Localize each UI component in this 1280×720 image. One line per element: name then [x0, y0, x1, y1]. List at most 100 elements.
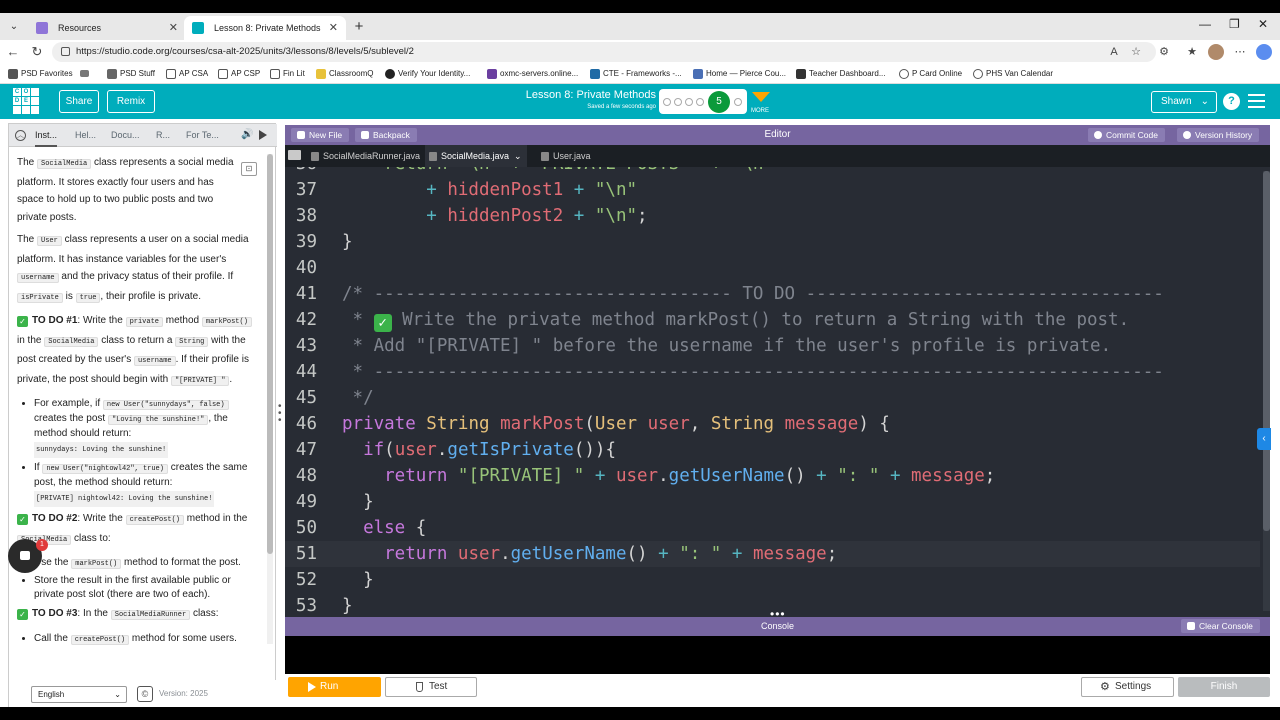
- settings-button[interactable]: ⚙ Settings: [1081, 677, 1174, 697]
- more-menu-icon[interactable]: ⋯: [1232, 44, 1248, 60]
- code-editor[interactable]: 36 return "\n" + "PRIVATE POSTS " + "\n"…: [285, 167, 1270, 620]
- code-token: user: [615, 466, 659, 486]
- current-level-bubble[interactable]: 5: [708, 91, 730, 113]
- language-select[interactable]: English ⌄: [31, 686, 127, 703]
- resize-handle-icon[interactable]: • • •: [278, 402, 282, 426]
- site-info-icon[interactable]: [61, 47, 70, 56]
- bookmark-p-card[interactable]: P Card Online: [899, 67, 962, 81]
- share-button[interactable]: Share: [59, 90, 99, 113]
- version-history-button[interactable]: Version History: [1177, 128, 1260, 142]
- code-line[interactable]: 40: [285, 255, 1260, 281]
- collapse-panel-icon[interactable]: ︿: [15, 130, 26, 141]
- browser-tab-resources[interactable]: Resources ✕: [28, 16, 186, 40]
- bookmark-ap-csa[interactable]: AP CSA: [166, 67, 208, 81]
- more-label[interactable]: MORE: [751, 108, 769, 114]
- commit-code-button[interactable]: Commit Code: [1088, 128, 1165, 142]
- code-line[interactable]: 51 return user.getUserName() + ": " + me…: [285, 541, 1260, 567]
- read-aloud-icon[interactable]: A: [1106, 44, 1122, 60]
- remix-button[interactable]: Remix: [107, 90, 155, 113]
- bookmark-psd-favorites[interactable]: PSD Favorites: [8, 67, 73, 81]
- new-tab-icon[interactable]: +: [350, 16, 368, 38]
- hamburger-menu-icon[interactable]: [1248, 94, 1265, 109]
- extensions-icon[interactable]: ⚙: [1156, 44, 1172, 60]
- code-org-logo[interactable]: CO DE: [13, 88, 39, 114]
- code-line[interactable]: 45 */: [285, 385, 1260, 411]
- code-line[interactable]: 46 private String markPost(User user, Str…: [285, 411, 1260, 437]
- bookmark-verify-identity[interactable]: Verify Your Identity...: [385, 67, 470, 81]
- code-line[interactable]: 37 + hiddenPost1 + "\n": [285, 177, 1260, 203]
- code-line[interactable]: 43 * Add "[PRIVATE] " before the usernam…: [285, 333, 1260, 359]
- inline-code: private: [125, 317, 163, 327]
- profile-avatar[interactable]: [1208, 44, 1224, 60]
- lesson-title[interactable]: Lesson 8: Private Methods: [500, 89, 656, 101]
- test-button[interactable]: Test: [385, 677, 477, 697]
- code-line[interactable]: 47 if(user.getIsPrivate()){: [285, 437, 1260, 463]
- tab-instructions[interactable]: Inst...: [35, 124, 58, 147]
- code-line[interactable]: 41 /* ---------------------------------- …: [285, 281, 1260, 307]
- restore-icon[interactable]: ❐: [1229, 17, 1240, 31]
- close-tab-icon[interactable]: ✕: [169, 16, 178, 40]
- code-line[interactable]: 38 + hiddenPost2 + "\n";: [285, 203, 1260, 229]
- help-icon[interactable]: ?: [1223, 93, 1240, 110]
- backpack-button[interactable]: Backpack: [355, 128, 417, 142]
- url-field[interactable]: https://studio.code.org/courses/csa-alt-…: [52, 42, 1156, 62]
- chevron-left-icon[interactable]: ‹: [1257, 428, 1271, 450]
- code-line[interactable]: 48 return "[PRIVATE] " + user.getUserNam…: [285, 463, 1260, 489]
- browser-tab-lesson[interactable]: Lesson 8: Private Methods #5 | Co ✕: [184, 16, 346, 40]
- bookmark-pierce-county[interactable]: Home — Pierce Cou...: [693, 67, 786, 81]
- finish-button[interactable]: Finish: [1178, 677, 1270, 697]
- code-line[interactable]: 42 * ✓ Write the private method markPost…: [285, 307, 1260, 333]
- bookmark-divider-icon[interactable]: [80, 67, 92, 81]
- code-line[interactable]: 39}: [285, 229, 1260, 255]
- bookmark-cte-frameworks[interactable]: CTE - Frameworks -...: [590, 67, 682, 81]
- code-text: + hiddenPost1 + "\n": [342, 177, 637, 203]
- user-menu-button[interactable]: Shawn ⌄: [1151, 91, 1217, 113]
- close-window-icon[interactable]: ✕: [1258, 17, 1268, 31]
- close-tab-icon[interactable]: ✕: [329, 16, 338, 40]
- tab-help[interactable]: Hel...: [75, 124, 96, 147]
- code-line[interactable]: 36 return "\n" + "PRIVATE POSTS " + "\n": [285, 167, 1260, 177]
- code-line[interactable]: 44 * -----------------------------------…: [285, 359, 1260, 385]
- file-tab-user[interactable]: User.java: [537, 145, 607, 167]
- code-line[interactable]: 50 else {: [285, 515, 1260, 541]
- clear-console-button[interactable]: Clear Console: [1181, 619, 1260, 633]
- chevron-down-icon[interactable]: ⌄: [514, 151, 522, 161]
- run-button[interactable]: Run: [288, 677, 381, 697]
- level-dot[interactable]: [685, 98, 693, 106]
- level-dot[interactable]: [663, 98, 671, 106]
- level-dot[interactable]: [734, 98, 742, 106]
- code-line[interactable]: 52 }: [285, 567, 1260, 593]
- level-dot[interactable]: [674, 98, 682, 106]
- play-icon[interactable]: [259, 130, 267, 140]
- text-to-speech-icon[interactable]: 🔊: [241, 129, 253, 140]
- code-line[interactable]: 49 }: [285, 489, 1260, 515]
- tab-search-chevron-icon[interactable]: ⌄: [6, 19, 22, 35]
- copilot-icon[interactable]: [1256, 44, 1272, 60]
- bookmark-fin-lit[interactable]: Fin Lit: [270, 67, 305, 81]
- favorite-star-icon[interactable]: ☆: [1128, 44, 1144, 60]
- console-output[interactable]: [285, 636, 1270, 674]
- bookmark-ap-csp[interactable]: AP CSP: [218, 67, 260, 81]
- bookmark-teacher-dashboard[interactable]: Teacher Dashboard...: [796, 67, 886, 81]
- new-file-button[interactable]: New File: [291, 128, 350, 142]
- file-tab-social-media[interactable]: SocialMedia.java ⌄: [425, 145, 527, 167]
- instructions-scrollbar[interactable]: [267, 154, 273, 644]
- folder-icon[interactable]: [288, 150, 301, 160]
- bookmark-psd-stuff[interactable]: PSD Stuff: [107, 67, 155, 81]
- code-scrollbar[interactable]: [1263, 171, 1270, 611]
- copyright-icon[interactable]: ©: [137, 686, 153, 702]
- tab-resources[interactable]: R...: [156, 124, 170, 147]
- minimize-icon[interactable]: —: [1199, 17, 1211, 31]
- bookmark-phs-van[interactable]: PHS Van Calendar: [973, 67, 1053, 81]
- favorites-icon[interactable]: ★: [1184, 44, 1200, 60]
- reload-icon[interactable]: ↻: [28, 43, 46, 61]
- level-dot[interactable]: [696, 98, 704, 106]
- code-token: .: [658, 466, 669, 486]
- tab-documentation[interactable]: Docu...: [111, 124, 140, 147]
- more-arrow-icon[interactable]: [752, 92, 770, 102]
- bookmark-oxmc[interactable]: oxmc-servers.online...: [487, 67, 578, 81]
- tab-for-teachers[interactable]: For Te...: [186, 124, 219, 147]
- bookmark-classroomq[interactable]: ClassroomQ: [316, 67, 373, 81]
- back-arrow-icon[interactable]: ←: [4, 43, 22, 61]
- file-tab-social-media-runner[interactable]: SocialMediaRunner.java: [307, 145, 422, 167]
